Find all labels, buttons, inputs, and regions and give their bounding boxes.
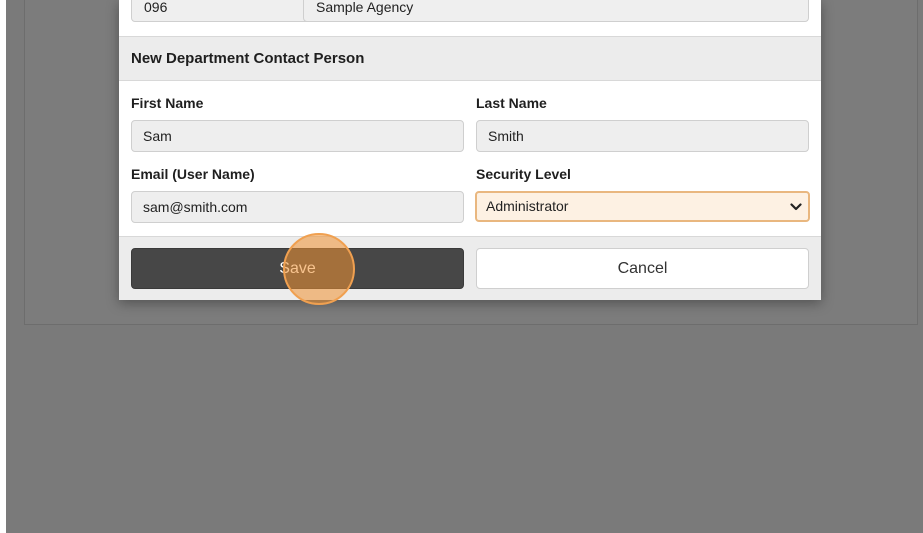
first-name-input[interactable]: Sam [131,120,464,152]
security-level-select[interactable]: Administrator [475,191,810,222]
security-level-value: Administrator [486,198,569,214]
chevron-down-icon [790,203,802,211]
last-name-input[interactable]: Smith [476,120,809,152]
section-title: New Department Contact Person [131,50,365,67]
save-button[interactable]: Save [131,248,464,289]
section-header: New Department Contact Person [119,36,821,81]
agency-row: 096 Sample Agency [119,0,821,36]
email-label: Email (User Name) [131,166,255,182]
agency-name-field[interactable]: Sample Agency [303,0,809,22]
first-name-label: First Name [131,95,204,111]
cancel-button[interactable]: Cancel [476,248,809,289]
security-level-label: Security Level [476,166,571,182]
new-contact-dialog: 096 Sample Agency New Department Contact… [119,0,821,300]
dialog-footer: Save Cancel [119,236,821,300]
last-name-label: Last Name [476,95,547,111]
email-input[interactable]: sam@smith.com [131,191,464,223]
